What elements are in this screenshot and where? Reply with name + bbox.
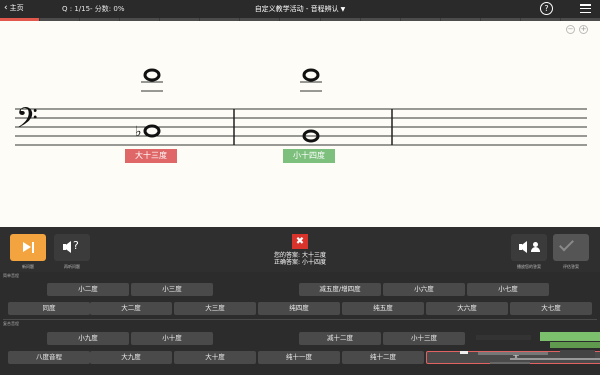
replay-question-caption: 再听问题 (64, 264, 80, 269)
interval-button[interactable]: 小二度 (47, 283, 129, 296)
play-your-answer-caption: 播放您的答案 (517, 264, 541, 269)
person-icon (531, 242, 540, 252)
skip-forward-icon (23, 242, 31, 252)
check-answer-caption: 评估答案 (563, 264, 579, 269)
menu-icon[interactable] (580, 4, 591, 14)
interval-button[interactable]: 大七度 (510, 302, 592, 315)
flat-sign-icon: ♭ (135, 124, 142, 140)
speaker-icon (519, 241, 527, 253)
help-icon[interactable]: ? (540, 2, 553, 15)
your-interval-label: 大十三度 (125, 149, 177, 163)
check-answer-button[interactable] (553, 234, 589, 261)
checkmark-icon (559, 236, 574, 252)
interval-button[interactable]: 小十度 (131, 332, 213, 345)
interval-button[interactable]: 大九度 (90, 351, 172, 364)
wrong-answer-icon: ✖ (292, 234, 308, 249)
interval-button[interactable]: 大 (426, 351, 600, 364)
top-bar: ‹ 主页 Q : 1/15- 分数: 0% 自定义教学活动 - 音程辨认 ▼ ? (0, 0, 600, 18)
control-bar: 新问题 ? 再听问题 ✖ 您的答案: 大十三度 正确答案: 小十四度 播放您的答… (0, 227, 600, 272)
replay-question-button[interactable]: ? (54, 234, 90, 261)
interval-button[interactable]: 同度 (8, 302, 90, 315)
correct-answer-text: 正确答案: 小十四度 (274, 259, 326, 266)
interval-button[interactable]: 大二度 (90, 302, 172, 315)
your-answer-text: 您的答案: 大十三度 (274, 252, 326, 259)
speaker-icon (63, 241, 71, 253)
interval-button[interactable]: 小九度 (47, 332, 129, 345)
interval-button[interactable]: 减五度/增四度 (299, 283, 381, 296)
play-your-answer-button[interactable] (511, 234, 547, 261)
section-divider (3, 319, 597, 320)
activity-title: 自定义教学活动 - 音程辨认 (254, 5, 339, 13)
interval-button[interactable]: 大三度 (174, 302, 256, 315)
interval-button[interactable]: 纯四度 (258, 302, 340, 315)
interval-button[interactable]: 小六度 (383, 283, 465, 296)
correct-interval-label: 小十四度 (283, 149, 335, 163)
interval-button[interactable]: 小十三度 (383, 332, 465, 345)
interval-button[interactable]: 大六度 (426, 302, 508, 315)
interval-button[interactable]: 八度音程 (8, 351, 90, 364)
bass-clef-icon: 𝄢 (16, 102, 38, 142)
next-question-button[interactable] (10, 234, 46, 261)
interval-button[interactable]: 减十二度 (299, 332, 381, 345)
simple-intervals-label: 简单音程 (3, 273, 19, 278)
music-staff: 𝄢 ♭ (15, 68, 587, 146)
interval-button[interactable]: 纯五度 (342, 302, 424, 315)
question-mark-icon: ? (73, 239, 79, 252)
compound-intervals-label: 复合音程 (3, 321, 19, 326)
whole-note-lower-1 (143, 124, 161, 138)
ledger-lines (141, 81, 322, 92)
interval-button[interactable]: 纯十二度 (342, 351, 424, 364)
chevron-down-icon: ▼ (340, 6, 346, 13)
interval-button[interactable]: 小三度 (131, 283, 213, 296)
next-question-caption: 新问题 (22, 264, 34, 269)
activity-title-dropdown[interactable]: 自定义教学活动 - 音程辨认 ▼ (0, 4, 600, 14)
interval-button[interactable]: 纯十一度 (258, 351, 340, 364)
whole-note-upper-1 (143, 68, 161, 82)
interval-button[interactable]: 小七度 (467, 283, 549, 296)
whole-note-upper-2 (302, 68, 320, 82)
interval-button[interactable]: 大十度 (174, 351, 256, 364)
staff-area: − + 𝄢 ♭ 大十三度 小十四度 (0, 21, 600, 227)
